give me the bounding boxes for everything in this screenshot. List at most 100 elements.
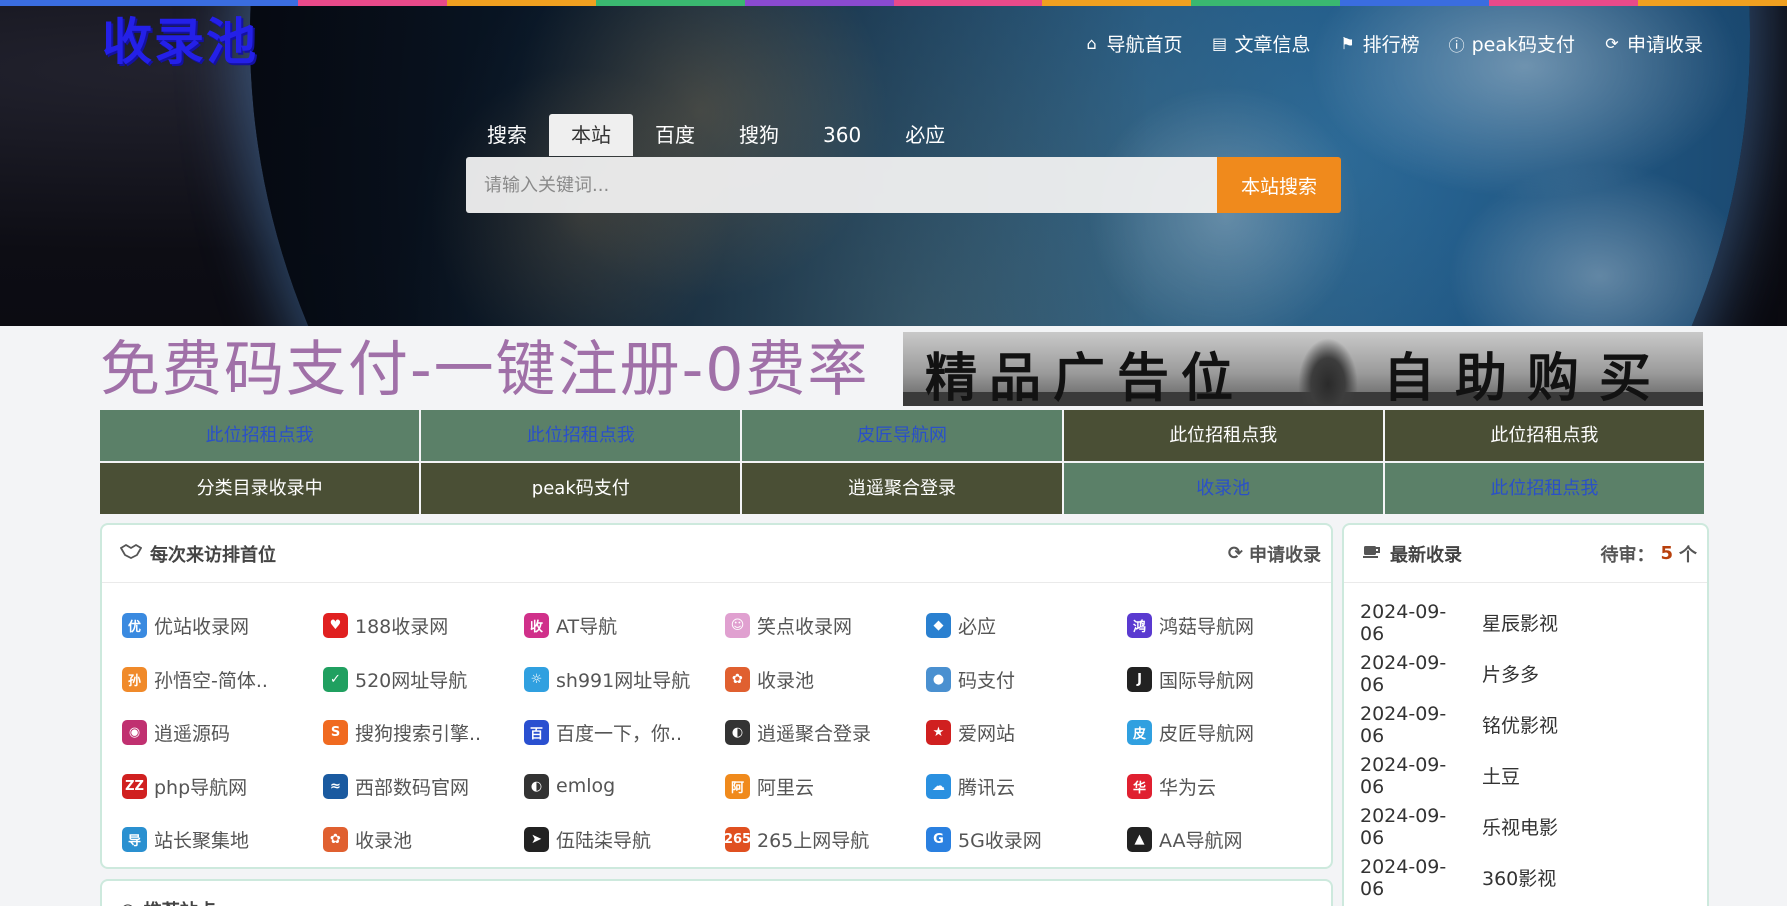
nav-link-2[interactable]: ⚑ 排行榜 bbox=[1339, 30, 1419, 57]
site-link[interactable]: 孙孙悟空-简体.. bbox=[122, 653, 323, 707]
rent-link-0[interactable]: 此位招租点我 bbox=[100, 410, 420, 461]
nav-link-4[interactable]: ⟳ 申请收录 bbox=[1603, 30, 1703, 57]
site-favicon-icon: ★ bbox=[926, 720, 951, 746]
site-link[interactable]: ✓ 520网址导航 bbox=[323, 653, 524, 707]
site-name: 笑点收录网 bbox=[757, 616, 853, 639]
nav-link-1[interactable]: ▤ 文章信息 bbox=[1211, 30, 1311, 57]
site-name: 搜狗搜索引擎.. bbox=[355, 723, 482, 746]
site-link[interactable]: ☁ 腾讯云 bbox=[926, 760, 1127, 814]
nav-link-3[interactable]: ⓘ peak码支付 bbox=[1448, 30, 1575, 57]
latest-panel-title: 最新收录 bbox=[1390, 544, 1462, 566]
site-link[interactable]: ☺ 笑点收录网 bbox=[725, 599, 926, 653]
site-name: AT导航 bbox=[556, 616, 618, 639]
latest-item-name: 土豆 bbox=[1482, 766, 1521, 788]
site-link[interactable]: ✿ 收录池 bbox=[725, 653, 926, 707]
site-name: 孙悟空-简体.. bbox=[154, 669, 268, 692]
ad-banner-left[interactable]: 免费码支付-一键注册-0费率 bbox=[100, 332, 900, 408]
site-favicon-icon: 导 bbox=[122, 827, 147, 853]
site-link[interactable]: ◉ 逍遥源码 bbox=[122, 706, 323, 760]
search-tab-3[interactable]: 搜狗 bbox=[717, 114, 801, 156]
search-tab-1[interactable]: 本站 bbox=[549, 114, 633, 156]
ad-banner-right[interactable]: 精品广告位 自助购买 bbox=[903, 332, 1703, 406]
latest-item[interactable]: 2024-09-06 片多多 bbox=[1360, 648, 1707, 699]
site-favicon-icon: 收 bbox=[524, 613, 549, 639]
nav-link-label: peak码支付 bbox=[1471, 34, 1575, 56]
site-favicon-icon: ◉ bbox=[122, 720, 147, 746]
recommended-panel-header: ◎ 推荐站点 bbox=[102, 881, 1331, 906]
rent-link-9[interactable]: 此位招租点我 bbox=[1384, 463, 1704, 514]
nav-link-0[interactable]: ⌂ 导航首页 bbox=[1083, 30, 1182, 57]
site-link[interactable]: 鸿鸿菇导航网 bbox=[1127, 599, 1328, 653]
site-name: 皮匠导航网 bbox=[1159, 723, 1255, 746]
site-link[interactable]: 导站长聚集地 bbox=[122, 813, 323, 867]
site-link[interactable]: ★ 爱网站 bbox=[926, 706, 1127, 760]
site-favicon-icon: 鸿 bbox=[1127, 613, 1152, 639]
site-link[interactable]: ➤ 伍陆柒导航 bbox=[524, 813, 725, 867]
latest-item-date: 2024-09-06 bbox=[1360, 855, 1447, 900]
site-link[interactable]: ✿ 收录池 bbox=[323, 813, 524, 867]
rent-link-4[interactable]: 此位招租点我 bbox=[1384, 410, 1704, 461]
site-logo[interactable]: 收录池 bbox=[102, 12, 364, 72]
site-link[interactable]: 收 AT导航 bbox=[524, 599, 725, 653]
latest-item-date: 2024-09-06 bbox=[1360, 651, 1447, 696]
site-name: 华为云 bbox=[1159, 776, 1217, 799]
rent-link-7[interactable]: 逍遥聚合登录 bbox=[742, 463, 1062, 514]
apply-listing-link[interactable]: ⟳ 申请收录 bbox=[1228, 541, 1321, 567]
search-tabs: 搜索 本站 百度 搜狗 360 必应 bbox=[465, 114, 967, 156]
site-favicon-icon: 阿 bbox=[725, 773, 750, 799]
search-tab-0[interactable]: 搜索 bbox=[465, 114, 549, 156]
featured-panel-title: 每次来访排首位 bbox=[150, 544, 276, 566]
site-link[interactable]: ◐ emlog bbox=[524, 760, 725, 814]
latest-item[interactable]: 2024-09-06 星辰影视 bbox=[1360, 597, 1707, 648]
top-nav: ⌂ 导航首页 ▤ 文章信息 ⚑ 排行榜 ⓘ peak码支付 ⟳ 申请收录 bbox=[1083, 30, 1703, 57]
apply-listing-label: 申请收录 bbox=[1249, 544, 1321, 566]
site-link[interactable]: ≈ 西部数码官网 bbox=[323, 760, 524, 814]
latest-item[interactable]: 2024-09-06 乐视电影 bbox=[1360, 801, 1707, 852]
search-tab-2[interactable]: 百度 bbox=[633, 114, 717, 156]
handshake-icon bbox=[119, 542, 143, 565]
pending-label: 待审： bbox=[1600, 544, 1655, 566]
featured-sites-panel: 每次来访排首位 ⟳ 申请收录 优优站收录网 ♥ 188收录网收 AT导航 ☺ 笑点收录网 ◆… bbox=[100, 523, 1333, 869]
book-icon: ▤ bbox=[1211, 34, 1228, 53]
search-button[interactable]: 本站搜索 bbox=[1217, 157, 1341, 213]
site-link[interactable]: ♥ 188收录网 bbox=[323, 599, 524, 653]
site-link[interactable]: ZZ php导航网 bbox=[122, 760, 323, 814]
site-link[interactable]: J 国际导航网 bbox=[1127, 653, 1328, 707]
rent-link-5[interactable]: 分类目录收录中 bbox=[100, 463, 420, 514]
site-link[interactable]: 265 265上网导航 bbox=[724, 813, 926, 867]
site-favicon-icon: ✿ bbox=[323, 827, 348, 853]
site-link[interactable]: ▲ AA导航网 bbox=[1127, 813, 1328, 867]
featured-site-grid: 优优站收录网 ♥ 188收录网收 AT导航 ☺ 笑点收录网 ◆ 必应鸿鸿菇导航网孙孙悟空-简体… bbox=[102, 583, 1331, 867]
site-link[interactable]: S 搜狗搜索引擎.. bbox=[323, 706, 524, 760]
site-favicon-icon: ☁ bbox=[926, 773, 951, 799]
latest-item[interactable]: 2024-09-06 土豆 bbox=[1360, 750, 1707, 801]
latest-item[interactable]: 2024-09-06 360影视 bbox=[1360, 852, 1707, 903]
site-link[interactable]: 华华为云 bbox=[1127, 760, 1328, 814]
latest-item-date: 2024-09-06 bbox=[1360, 600, 1447, 645]
search-input[interactable] bbox=[466, 157, 1217, 213]
recommended-panel-title: 推荐站点 bbox=[144, 897, 216, 906]
site-link[interactable]: 百百度一下，你.. bbox=[524, 706, 725, 760]
rent-link-3[interactable]: 此位招租点我 bbox=[1063, 410, 1383, 461]
rent-link-1[interactable]: 此位招租点我 bbox=[421, 410, 741, 461]
rent-link-8[interactable]: 收录池 bbox=[1063, 463, 1383, 514]
site-name: php导航网 bbox=[154, 776, 248, 799]
site-name: 腾讯云 bbox=[958, 776, 1016, 799]
site-link[interactable]: 皮皮匠导航网 bbox=[1127, 706, 1328, 760]
site-favicon-icon: ➤ bbox=[524, 827, 549, 853]
site-link[interactable]: ◐ 逍遥聚合登录 bbox=[725, 706, 926, 760]
latest-item[interactable]: 2024-09-06 铭优影视 bbox=[1360, 699, 1707, 750]
site-link[interactable]: 优优站收录网 bbox=[122, 599, 323, 653]
site-link[interactable]: ◆ 必应 bbox=[926, 599, 1127, 653]
site-link[interactable]: 阿阿里云 bbox=[725, 760, 926, 814]
rent-link-6[interactable]: peak码支付 bbox=[421, 463, 741, 514]
search-tab-5[interactable]: 必应 bbox=[883, 114, 967, 156]
search-tab-4[interactable]: 360 bbox=[801, 114, 883, 156]
site-name: sh991网址导航 bbox=[556, 669, 691, 692]
site-name: 必应 bbox=[958, 616, 997, 639]
site-link[interactable]: ● 码支付 bbox=[926, 653, 1127, 707]
site-link[interactable]: G 5G收录网 bbox=[926, 813, 1127, 867]
site-favicon-icon: ✿ bbox=[725, 666, 750, 692]
site-link[interactable]: ☼ sh991网址导航 bbox=[524, 653, 725, 707]
rent-link-2[interactable]: 皮匠导航网 bbox=[742, 410, 1062, 461]
